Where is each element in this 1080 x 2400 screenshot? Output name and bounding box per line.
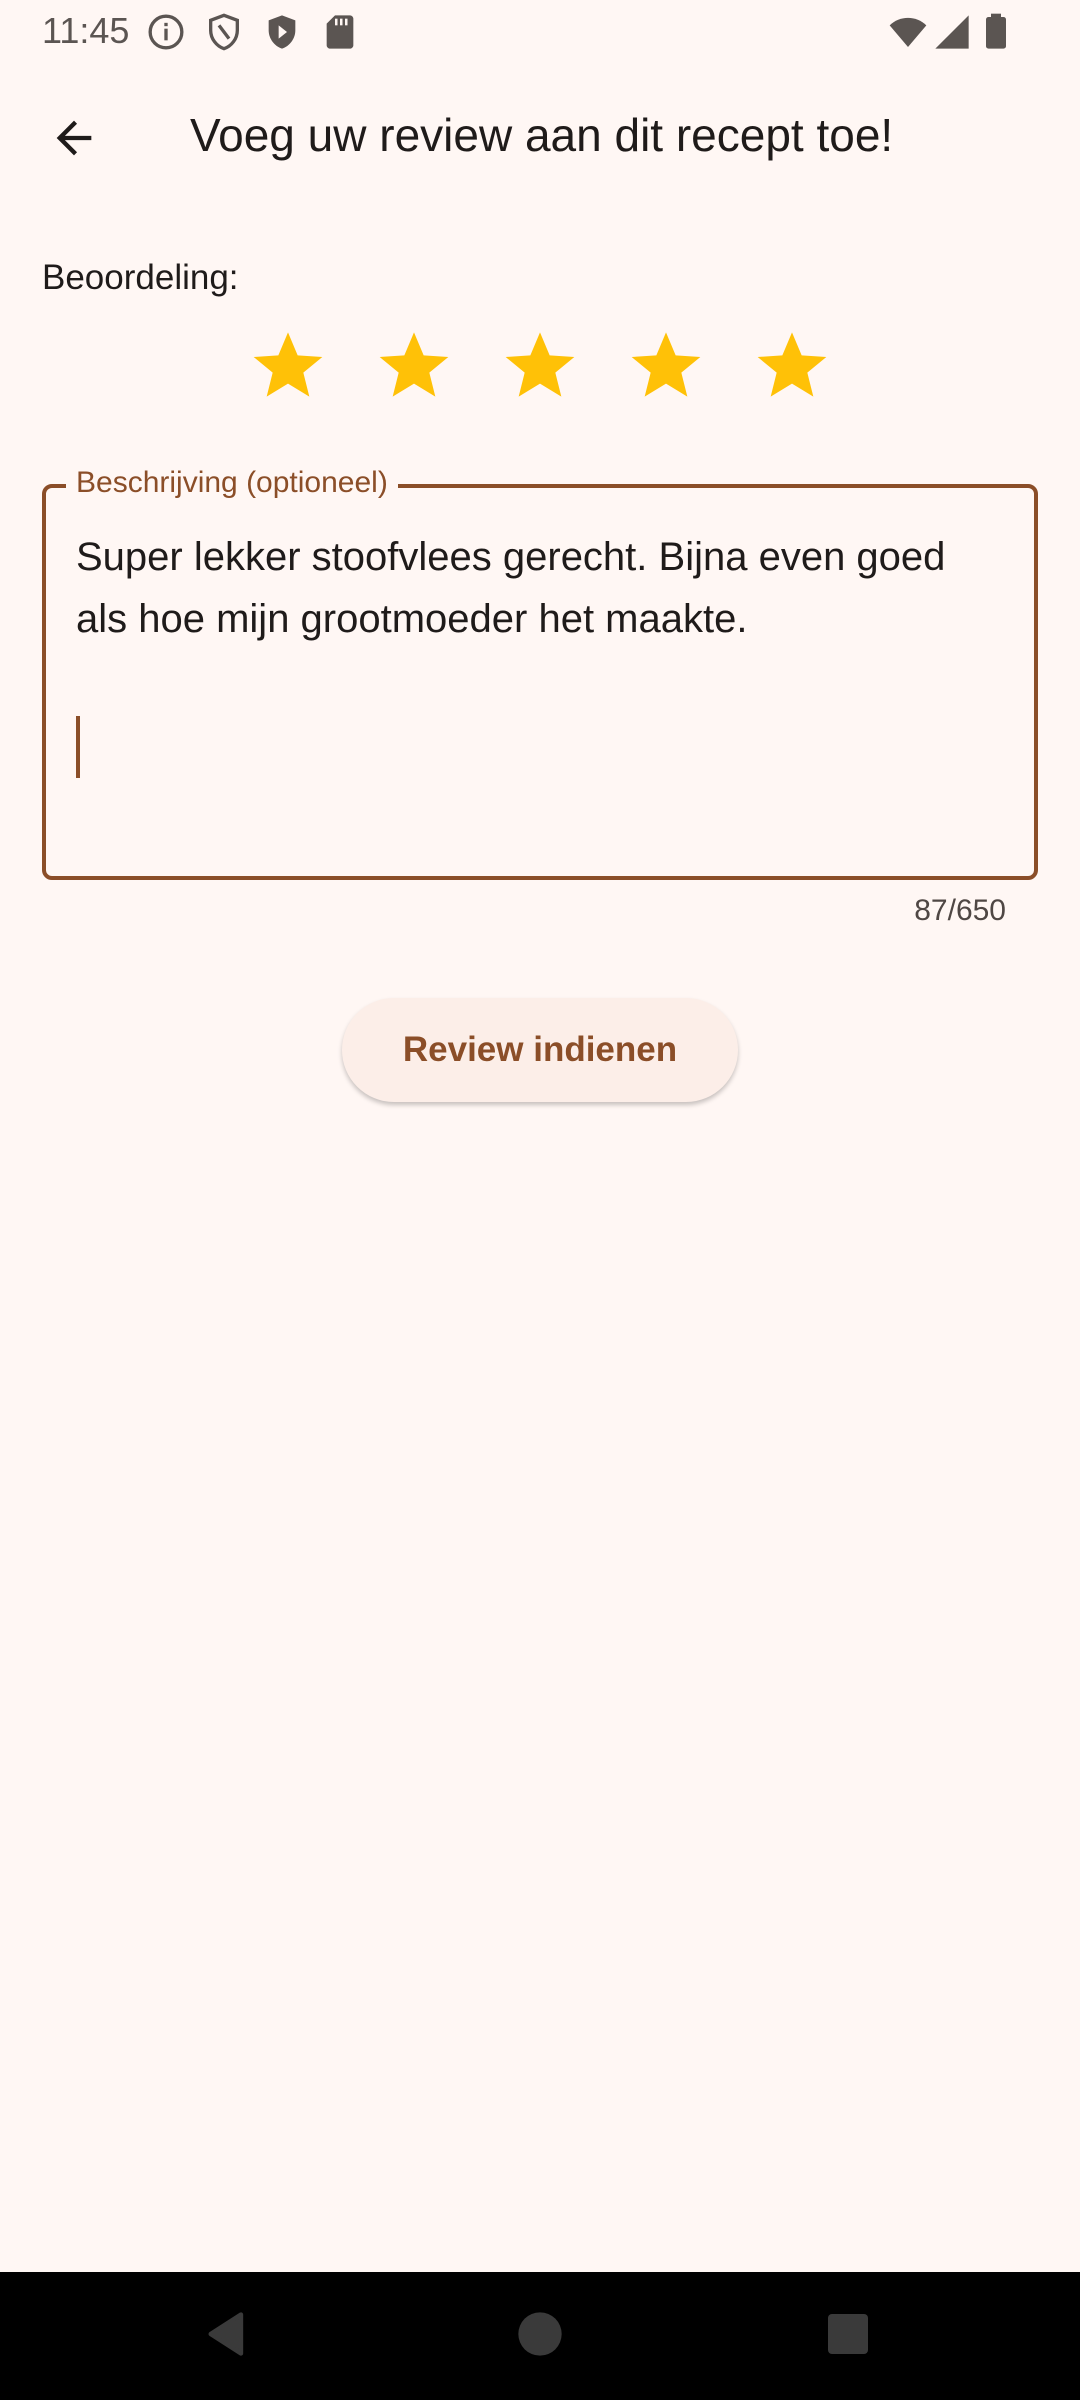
sd-card-icon <box>320 12 360 52</box>
rating-label: Beoordeling: <box>42 258 239 297</box>
star-4-icon[interactable] <box>626 325 706 405</box>
character-counter: 87/650 <box>914 894 1006 927</box>
wifi-icon <box>888 12 928 52</box>
arrow-back-icon <box>48 112 100 169</box>
page-title: Voeg uw review aan dit recept toe! <box>190 109 894 161</box>
nav-recents-button[interactable] <box>812 2300 884 2372</box>
nav-back-button[interactable] <box>192 2300 264 2372</box>
star-1-icon[interactable] <box>248 325 328 405</box>
star-2-icon[interactable] <box>374 325 454 405</box>
description-input[interactable]: Super lekker stoofvlees gerecht. Bijna e… <box>76 526 996 712</box>
status-time: 11:45 <box>42 10 130 51</box>
battery-icon <box>976 12 1016 52</box>
description-label: Beschrijving (optioneel) <box>66 466 398 500</box>
nav-home-button[interactable] <box>504 2300 576 2372</box>
info-icon <box>146 12 186 52</box>
shield-outline-icon <box>204 12 244 52</box>
star-5-icon[interactable] <box>752 325 832 405</box>
signal-icon <box>932 12 972 52</box>
back-button[interactable] <box>34 100 114 180</box>
submit-review-label: Review indienen <box>402 1030 678 1069</box>
navigation-bar <box>0 2272 1080 2400</box>
home-circle-icon <box>514 2308 566 2365</box>
play-shield-icon <box>262 12 302 52</box>
back-triangle-icon <box>202 2308 254 2365</box>
recents-square-icon <box>824 2310 872 2363</box>
status-bar: 11:45 <box>0 0 1080 64</box>
submit-review-button[interactable]: Review indienen <box>342 998 738 1102</box>
text-cursor <box>76 716 80 778</box>
description-field[interactable]: Beschrijving (optioneel) Super lekker st… <box>42 466 1038 880</box>
star-3-icon[interactable] <box>500 325 580 405</box>
